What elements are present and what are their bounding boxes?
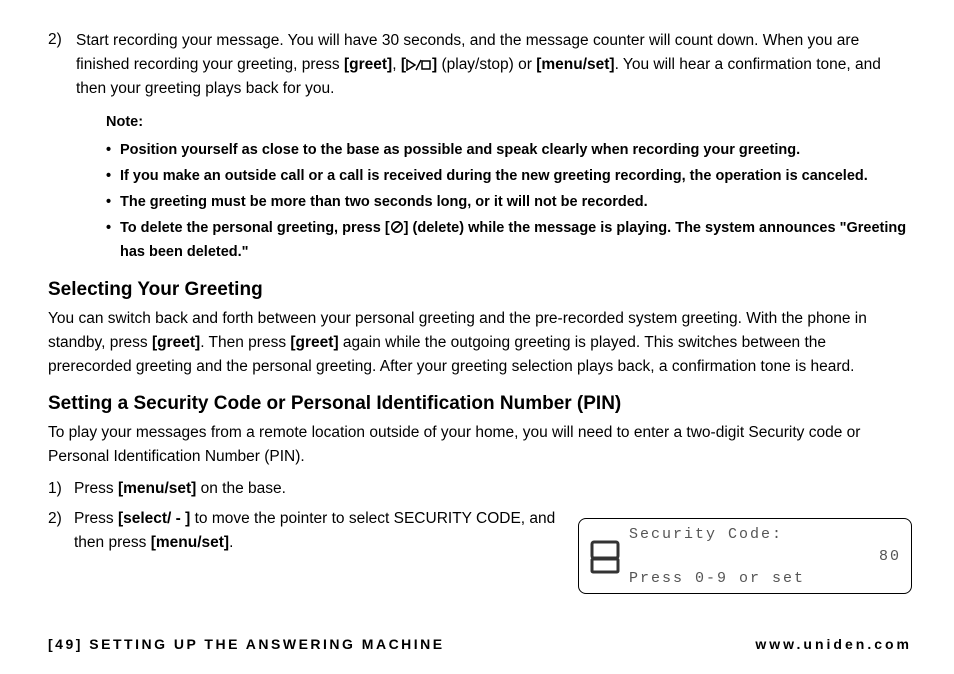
text: , — [392, 56, 401, 73]
step-number: 2) — [48, 507, 74, 555]
play-stop-icon — [406, 59, 432, 71]
step-1: 1) Press [menu/set] on the base. — [48, 477, 912, 501]
note-title: Note: — [106, 111, 912, 135]
text: Press — [74, 510, 118, 527]
paragraph: You can switch back and forth between yo… — [48, 307, 912, 379]
heading-selecting-greeting: Selecting Your Greeting — [48, 279, 912, 301]
lcd-line-2: 80 — [629, 546, 901, 568]
text: (play/stop) or — [437, 56, 536, 73]
menuset-key: [menu/set] — [536, 56, 614, 73]
text: . Then press — [200, 334, 290, 351]
delete-icon — [390, 220, 404, 234]
footer-left: [49] SETTING UP THE ANSWERING MACHINE — [48, 636, 445, 652]
lcd-display: Security Code: 80 Press 0-9 or set — [578, 518, 912, 594]
step-text: Press [menu/set] on the base. — [74, 477, 584, 501]
note-item: To delete the personal greeting, press [… — [106, 217, 912, 265]
text: . — [229, 534, 233, 551]
text: on the base. — [196, 480, 286, 497]
step-body: Start recording your message. You will h… — [76, 29, 912, 101]
greet-key: [greet] — [290, 334, 338, 351]
text: Press — [74, 480, 118, 497]
greet-key: [greet] — [344, 56, 392, 73]
note-block: Note: Position yourself as close to the … — [106, 111, 912, 265]
step-number: 2) — [48, 28, 72, 52]
manual-page: 2) Start recording your message. You wil… — [0, 0, 954, 674]
lcd-line-3: Press 0-9 or set — [629, 568, 901, 590]
step-text: Press [select/ - ] to move the pointer t… — [74, 507, 584, 555]
select-key: [select/ - ] — [118, 510, 190, 527]
lcd-line-1: Security Code: — [629, 524, 901, 546]
note-item: The greeting must be more than two secon… — [106, 191, 912, 215]
note-item: Position yourself as close to the base a… — [106, 139, 912, 163]
step-2: 2) Start recording your message. You wil… — [48, 28, 912, 101]
text: To delete the personal greeting, press [ — [120, 220, 390, 236]
menuset-key: [menu/set] — [118, 480, 196, 497]
answering-machine-icon — [589, 539, 621, 575]
note-item: If you make an outside call or a call is… — [106, 165, 912, 189]
paragraph: To play your messages from a remote loca… — [48, 421, 912, 469]
greet-key: [greet] — [152, 334, 200, 351]
footer-url: www.uniden.com — [755, 636, 912, 652]
page-footer: [49] SETTING UP THE ANSWERING MACHINE ww… — [48, 636, 912, 652]
step-number: 1) — [48, 477, 74, 501]
menuset-key: [menu/set] — [151, 534, 229, 551]
heading-security-code: Setting a Security Code or Personal Iden… — [48, 393, 912, 415]
lcd-lines: Security Code: 80 Press 0-9 or set — [629, 524, 901, 589]
note-list: Position yourself as close to the base a… — [106, 139, 912, 265]
